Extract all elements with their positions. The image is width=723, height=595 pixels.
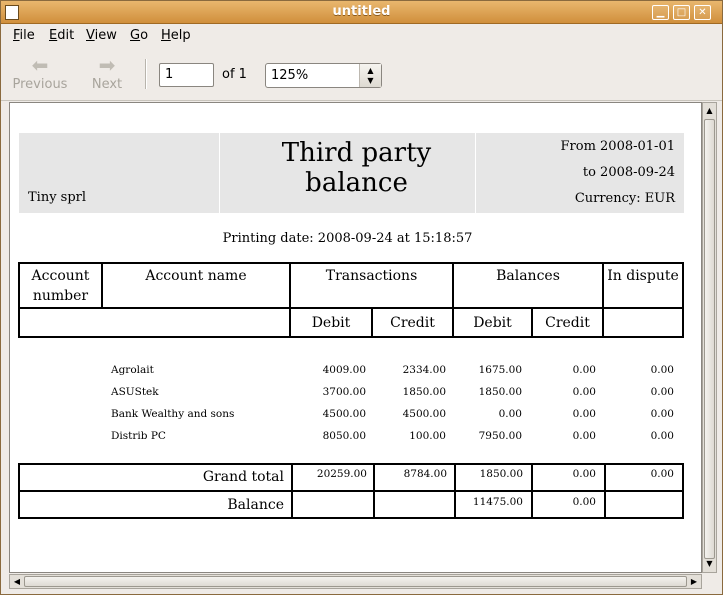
maximize-button[interactable]: □ <box>673 5 690 20</box>
arrow-right-icon: ➡ <box>98 53 116 77</box>
account-name-cell: Distrib PC <box>111 430 166 442</box>
zoom-value: 125% <box>271 68 309 83</box>
transactions-credit-cell: 2334.00 <box>402 364 446 376</box>
in-dispute-cell: 0.00 <box>650 408 674 420</box>
transactions-debit-cell: 4009.00 <box>322 364 366 376</box>
scroll-down-icon[interactable]: ▼ <box>704 557 715 571</box>
transactions-credit-cell: 100.00 <box>409 430 446 442</box>
transactions-credit-cell: 1850.00 <box>402 386 446 398</box>
balances-debit-cell: 7950.00 <box>478 430 522 442</box>
vertical-scrollbar[interactable]: ▲ ▼ <box>702 102 717 573</box>
menu-go[interactable]: Go <box>130 28 148 43</box>
page-number-input[interactable]: 1 <box>159 63 214 87</box>
horizontal-scrollbar[interactable]: ◀ ▶ <box>9 574 702 589</box>
scroll-up-icon[interactable]: ▲ <box>704 104 715 118</box>
balances-debit-cell: 1850.00 <box>478 386 522 398</box>
account-name-cell: Bank Wealthy and sons <box>111 408 235 420</box>
toolbar-separator <box>145 59 147 89</box>
document-viewer-window: untitled ▁ □ ✕ File Edit View Go Help ⬅ … <box>0 0 723 595</box>
menu-edit-mnemonic: E <box>49 28 58 43</box>
header-transactions-credit: Credit <box>390 315 435 331</box>
header-balances-credit: Credit <box>545 315 590 331</box>
header-account-name: Account name <box>145 268 247 284</box>
menu-view-mnemonic: V <box>86 28 95 43</box>
scroll-left-icon[interactable]: ◀ <box>10 575 24 588</box>
menu-view-label: iew <box>94 28 117 43</box>
menu-help[interactable]: Help <box>161 28 191 43</box>
in-dispute-cell: 0.00 <box>650 386 674 398</box>
header-in-dispute: In dispute <box>607 268 679 284</box>
menu-help-mnemonic: H <box>161 28 171 43</box>
report-header: Tiny sprl Third party balance From 2008-… <box>19 133 684 213</box>
next-label: Next <box>91 77 123 92</box>
updown-arrow-icon: ▲ ▼ <box>359 64 381 87</box>
menu-view[interactable]: View <box>86 28 117 43</box>
scrollbar-corner <box>702 574 717 589</box>
menu-go-label: o <box>140 28 149 43</box>
document-view[interactable]: Tiny sprl Third party balance From 2008-… <box>9 102 702 573</box>
header-transactions-debit: Debit <box>311 315 351 331</box>
header-balances-debit: Debit <box>473 315 512 331</box>
date-from: From 2008-01-01 <box>560 139 675 154</box>
header-balances: Balances <box>496 268 560 284</box>
printing-date: Printing date: 2008-09-24 at 15:18:57 <box>222 231 473 246</box>
menu-bar: File Edit View Go Help <box>1 24 722 47</box>
menu-go-mnemonic: G <box>130 28 141 43</box>
balance-credit: 0.00 <box>572 496 596 508</box>
in-dispute-cell: 0.00 <box>650 430 674 442</box>
page-count-label: of 1 <box>222 67 247 82</box>
grand-total-transactions-debit: 20259.00 <box>316 468 367 480</box>
close-button[interactable]: ✕ <box>694 5 711 20</box>
arrow-left-icon: ⬅ <box>31 53 49 77</box>
horizontal-scroll-thumb[interactable] <box>24 576 687 587</box>
grand-total-balances-credit: 0.00 <box>572 468 596 480</box>
header-transactions: Transactions <box>325 268 418 284</box>
menu-help-label: elp <box>170 28 191 43</box>
balances-debit-cell: 0.00 <box>498 408 522 420</box>
balance-label: Balance <box>227 497 284 513</box>
toolbar: ⬅ Previous ➡ Next 1 of 1 125% ▲ ▼ <box>1 47 722 101</box>
menu-file[interactable]: File <box>13 28 35 43</box>
vertical-scroll-thumb[interactable] <box>704 119 715 559</box>
balances-credit-cell: 0.00 <box>572 364 596 376</box>
transactions-credit-cell: 4500.00 <box>402 408 446 420</box>
menu-edit-label: dit <box>57 28 75 43</box>
menu-edit[interactable]: Edit <box>49 28 74 43</box>
report-page: Tiny sprl Third party balance From 2008-… <box>10 103 701 572</box>
title-bar[interactable]: untitled ▁ □ ✕ <box>1 1 722 24</box>
in-dispute-cell: 0.00 <box>650 364 674 376</box>
previous-label: Previous <box>12 77 68 92</box>
header-account-number: Account number <box>31 268 90 304</box>
transactions-debit-cell: 3700.00 <box>322 386 366 398</box>
scroll-right-icon[interactable]: ▶ <box>687 575 701 588</box>
zoom-select[interactable]: 125% ▲ ▼ <box>265 63 382 88</box>
balances-credit-cell: 0.00 <box>572 430 596 442</box>
balance-debit: 11475.00 <box>472 496 523 508</box>
transactions-debit-cell: 8050.00 <box>322 430 366 442</box>
currency: Currency: EUR <box>574 191 675 206</box>
date-to: to 2008-09-24 <box>582 165 675 180</box>
grand-total-label: Grand total <box>202 469 284 485</box>
previous-button[interactable]: ⬅ Previous <box>9 53 71 97</box>
grand-total-balances-debit: 1850.00 <box>479 468 523 480</box>
report-title: Third party balance <box>281 138 432 198</box>
next-button[interactable]: ➡ Next <box>76 53 138 97</box>
header-divider <box>219 133 220 213</box>
account-name-cell: ASUStek <box>111 386 159 398</box>
transactions-debit-cell: 4500.00 <box>322 408 366 420</box>
balances-debit-cell: 1675.00 <box>478 364 522 376</box>
menu-file-label: ile <box>19 28 35 43</box>
minimize-button[interactable]: ▁ <box>652 5 669 20</box>
totals-rule <box>18 490 684 492</box>
grand-total-transactions-credit: 8784.00 <box>403 468 447 480</box>
header-rule <box>18 307 684 309</box>
window-title: untitled <box>332 4 391 19</box>
balances-credit-cell: 0.00 <box>572 386 596 398</box>
grand-total-in-dispute: 0.00 <box>650 468 674 480</box>
balances-credit-cell: 0.00 <box>572 408 596 420</box>
company-name: Tiny sprl <box>28 190 87 205</box>
account-name-cell: Agrolait <box>111 364 154 376</box>
